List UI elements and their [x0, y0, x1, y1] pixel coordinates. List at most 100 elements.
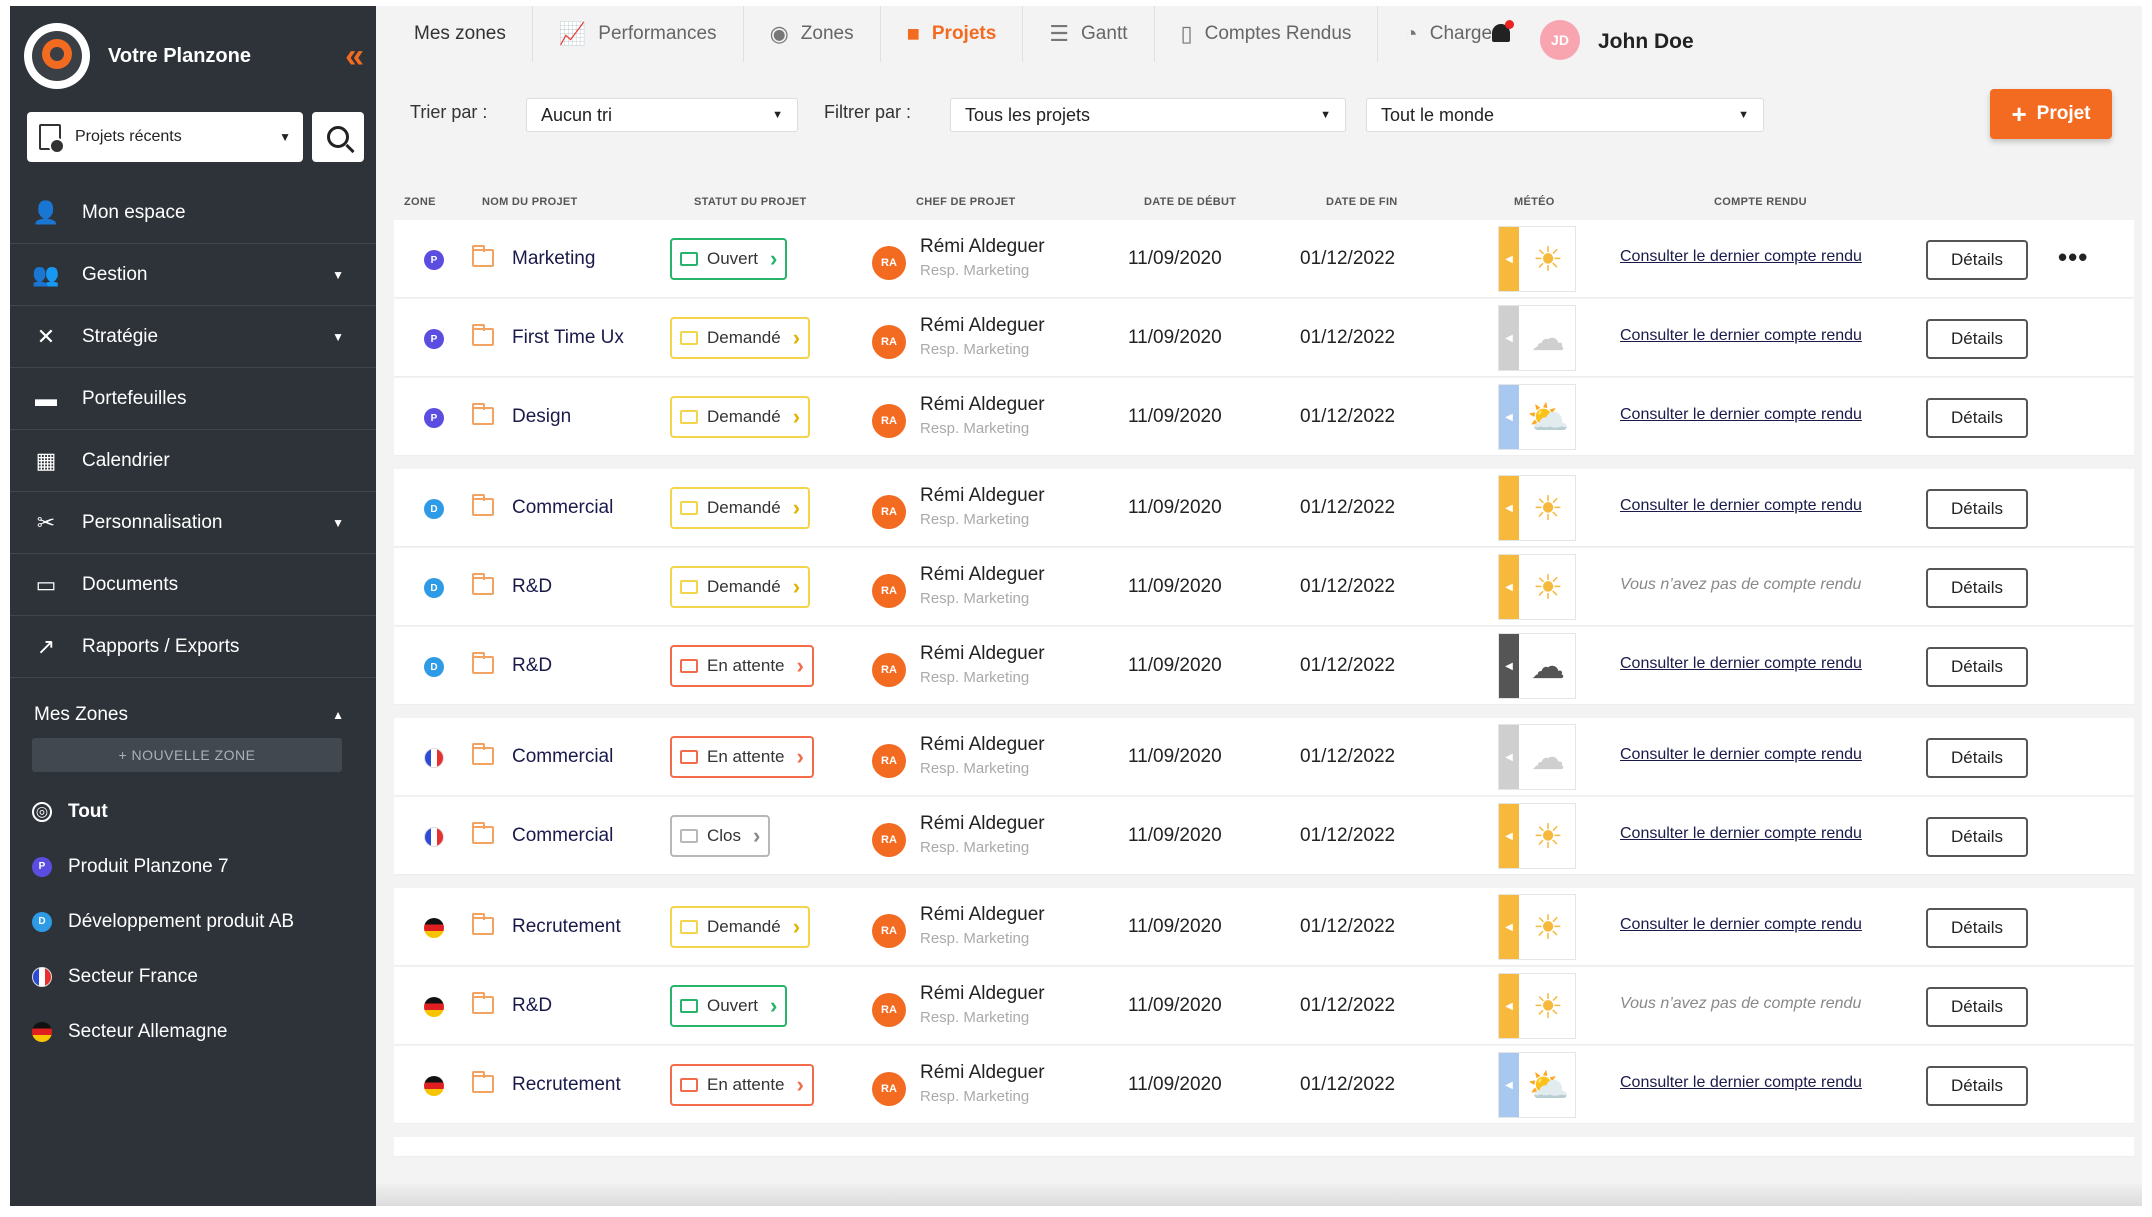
- sidebar-item-gestion[interactable]: 👥 Gestion ▼: [10, 244, 376, 306]
- weather-widget[interactable]: ◀ ☀: [1498, 894, 1576, 960]
- tab-comptes-rendus[interactable]: ▯ Comptes Rendus: [1155, 6, 1379, 62]
- project-name[interactable]: Commercial: [512, 746, 613, 768]
- project-name[interactable]: Recrutement: [512, 916, 621, 938]
- col-report[interactable]: COMPTE RENDU: [1714, 196, 1807, 208]
- col-start-date[interactable]: DATE DE DÉBUT: [1144, 196, 1236, 208]
- status-badge[interactable]: En attente ›: [670, 645, 814, 687]
- new-zone-button[interactable]: + NOUVELLE ZONE: [32, 738, 342, 772]
- project-name[interactable]: Commercial: [512, 497, 613, 519]
- project-name[interactable]: R&D: [512, 655, 552, 677]
- table-row[interactable]: P Marketing Ouvert › RA Rémi Aldeguer Resp. Ma…: [394, 220, 2134, 298]
- table-row[interactable]: Commercial Clos › RA Rémi Aldeguer Resp. Mark…: [394, 797, 2134, 875]
- weather-widget[interactable]: ◀ ☀: [1498, 475, 1576, 541]
- weather-toggle[interactable]: ◀: [1499, 476, 1519, 540]
- project-name[interactable]: First Time Ux: [512, 327, 624, 349]
- tab-gantt[interactable]: ☰ Gantt: [1023, 6, 1155, 62]
- project-name[interactable]: Commercial: [512, 825, 613, 847]
- status-badge[interactable]: Clos ›: [670, 815, 771, 857]
- sidebar-item-calendrier[interactable]: ▦ Calendrier: [10, 430, 376, 492]
- table-row[interactable]: [394, 1137, 2134, 1157]
- notification-bell-icon[interactable]: [1490, 20, 1514, 46]
- table-row[interactable]: Commercial En attente › RA Rémi Aldeguer Resp…: [394, 718, 2134, 796]
- status-badge[interactable]: Ouvert ›: [670, 238, 788, 280]
- table-row[interactable]: D R&D En attente › RA Rémi Aldeguer Resp. Mark…: [394, 627, 2134, 705]
- weather-widget[interactable]: ◀ ⛅: [1498, 1052, 1576, 1118]
- zone-item[interactable]: Secteur Allemagne: [10, 1004, 376, 1059]
- weather-widget[interactable]: ◀ ☀: [1498, 973, 1576, 1039]
- weather-widget[interactable]: ◀ ☀: [1498, 803, 1576, 869]
- weather-widget[interactable]: ◀ ☀: [1498, 226, 1576, 292]
- weather-widget[interactable]: ◀ ☁: [1498, 305, 1576, 371]
- report-link[interactable]: Consulter le dernier compte rendu: [1620, 825, 1862, 843]
- weather-widget[interactable]: ◀ ☀: [1498, 554, 1576, 620]
- user-name[interactable]: John Doe: [1598, 30, 1694, 54]
- col-end-date[interactable]: DATE DE FIN: [1326, 196, 1398, 208]
- more-options-icon[interactable]: •••: [2058, 242, 2088, 273]
- project-name[interactable]: R&D: [512, 576, 552, 598]
- status-badge[interactable]: Ouvert ›: [670, 985, 788, 1027]
- details-button[interactable]: Détails: [1926, 908, 2028, 948]
- sidebar-item-rapports-exports[interactable]: ↗ Rapports / Exports: [10, 616, 376, 678]
- table-row[interactable]: R&D Ouvert › RA Rémi Aldeguer Resp. Marketing…: [394, 967, 2134, 1045]
- details-button[interactable]: Détails: [1926, 240, 2028, 280]
- status-badge[interactable]: Demandé ›: [670, 396, 811, 438]
- tab-performances[interactable]: 📈 Performances: [533, 6, 744, 62]
- zone-item[interactable]: P Produit Planzone 7: [10, 839, 376, 894]
- search-button[interactable]: [312, 112, 364, 162]
- sidebar-item-documents[interactable]: ▭ Documents: [10, 554, 376, 616]
- weather-widget[interactable]: ◀ ☁: [1498, 724, 1576, 790]
- collapse-sidebar-icon[interactable]: «: [345, 37, 364, 76]
- report-link[interactable]: Consulter le dernier compte rendu: [1620, 1074, 1862, 1092]
- project-name[interactable]: Recrutement: [512, 1074, 621, 1096]
- status-badge[interactable]: En attente ›: [670, 1064, 814, 1106]
- status-badge[interactable]: Demandé ›: [670, 566, 811, 608]
- tab-projets[interactable]: ■ Projets: [881, 6, 1024, 62]
- sort-select[interactable]: Aucun tri ▼: [526, 98, 798, 132]
- sidebar-item-mon-espace[interactable]: 👤 Mon espace: [10, 182, 376, 244]
- status-badge[interactable]: Demandé ›: [670, 317, 811, 359]
- horizontal-scrollbar[interactable]: [376, 1184, 2142, 1206]
- weather-toggle[interactable]: ◀: [1499, 1053, 1519, 1117]
- table-row[interactable]: P Design Demandé › RA Rémi Aldeguer Resp. Mark…: [394, 378, 2134, 456]
- col-manager[interactable]: CHEF DE PROJET: [916, 196, 1016, 208]
- details-button[interactable]: Détails: [1926, 987, 2028, 1027]
- weather-toggle[interactable]: ◀: [1499, 306, 1519, 370]
- table-row[interactable]: D R&D Demandé › RA Rémi Aldeguer Resp. Marketi…: [394, 548, 2134, 626]
- tab-mes-zones[interactable]: Mes zones: [376, 6, 533, 62]
- weather-toggle[interactable]: ◀: [1499, 804, 1519, 868]
- details-button[interactable]: Détails: [1926, 319, 2028, 359]
- weather-widget[interactable]: ◀ ⛅: [1498, 384, 1576, 450]
- planzone-logo[interactable]: [24, 23, 90, 89]
- project-name[interactable]: Design: [512, 406, 571, 428]
- details-button[interactable]: Détails: [1926, 1066, 2028, 1106]
- status-badge[interactable]: Demandé ›: [670, 906, 811, 948]
- table-row[interactable]: Recrutement En attente › RA Rémi Aldeguer Res…: [394, 1046, 2134, 1124]
- col-project-name[interactable]: NOM DU PROJET: [482, 196, 578, 208]
- details-button[interactable]: Détails: [1926, 817, 2028, 857]
- weather-toggle[interactable]: ◀: [1499, 227, 1519, 291]
- details-button[interactable]: Détails: [1926, 738, 2028, 778]
- details-button[interactable]: Détails: [1926, 398, 2028, 438]
- status-badge[interactable]: Demandé ›: [670, 487, 811, 529]
- report-link[interactable]: Consulter le dernier compte rendu: [1620, 497, 1862, 515]
- details-button[interactable]: Détails: [1926, 489, 2028, 529]
- details-button[interactable]: Détails: [1926, 568, 2028, 608]
- report-link[interactable]: Consulter le dernier compte rendu: [1620, 655, 1862, 673]
- report-link[interactable]: Consulter le dernier compte rendu: [1620, 327, 1862, 345]
- zone-item[interactable]: D Développement produit AB: [10, 894, 376, 949]
- sidebar-item-personnalisation[interactable]: ✂ Personnalisation ▼: [10, 492, 376, 554]
- col-weather[interactable]: MÉTÉO: [1514, 196, 1555, 208]
- table-row[interactable]: P First Time Ux Demandé › RA Rémi Aldeguer Res…: [394, 299, 2134, 377]
- weather-toggle[interactable]: ◀: [1499, 634, 1519, 698]
- report-link[interactable]: Consulter le dernier compte rendu: [1620, 916, 1862, 934]
- report-link[interactable]: Consulter le dernier compte rendu: [1620, 746, 1862, 764]
- tab-zones[interactable]: ◉ Zones: [744, 6, 881, 62]
- weather-toggle[interactable]: ◀: [1499, 895, 1519, 959]
- details-button[interactable]: Détails: [1926, 647, 2028, 687]
- col-status[interactable]: STATUT DU PROJET: [694, 196, 807, 208]
- weather-toggle[interactable]: ◀: [1499, 725, 1519, 789]
- status-badge[interactable]: En attente ›: [670, 736, 814, 778]
- weather-toggle[interactable]: ◀: [1499, 974, 1519, 1038]
- col-zone[interactable]: ZONE: [404, 196, 436, 208]
- project-name[interactable]: R&D: [512, 995, 552, 1017]
